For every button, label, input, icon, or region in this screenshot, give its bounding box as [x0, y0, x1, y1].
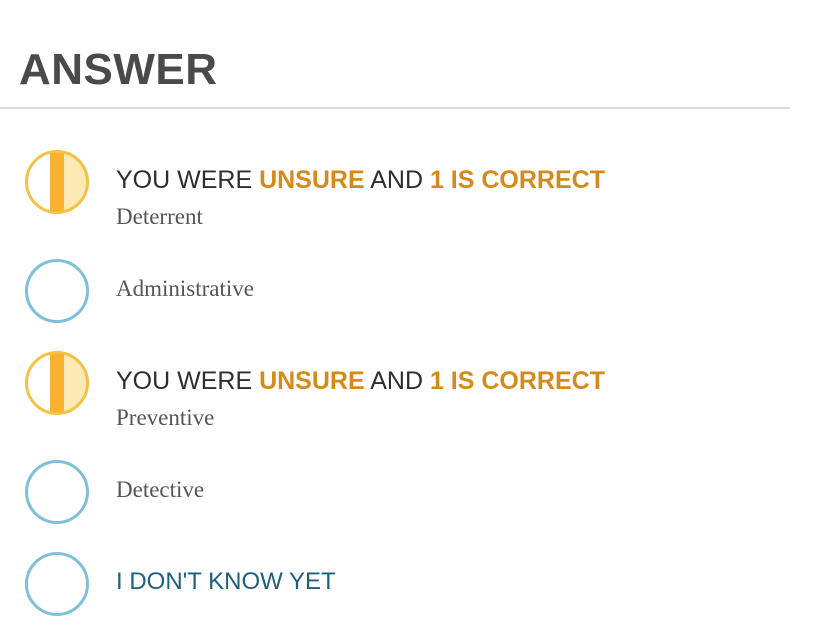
empty-circle-icon: [25, 259, 89, 323]
status-joiner: AND: [364, 367, 430, 395]
option-label: Administrative: [116, 276, 254, 301]
status-message: YOU WERE UNSURE AND 1 IS CORRECT: [116, 366, 605, 396]
status-result: 1 IS CORRECT: [429, 166, 605, 194]
empty-circle-icon: [25, 552, 89, 616]
status-prefix: YOU WERE: [116, 166, 260, 194]
answer-header: ANSWER: [0, 0, 790, 109]
answer-option-idk[interactable]: I DON'T KNOW YET: [0, 551, 790, 621]
status-confidence: UNSURE: [259, 367, 365, 395]
half-filled-circle-icon: [25, 351, 89, 415]
status-result: 1 IS CORRECT: [429, 367, 605, 395]
option-label: Deterrent: [116, 204, 203, 229]
answer-option-preventive[interactable]: YOU WERE UNSURE AND 1 IS CORRECT Prevent…: [0, 349, 790, 439]
answer-option-administrative[interactable]: Administrative: [0, 258, 790, 328]
page-title: ANSWER: [19, 45, 218, 94]
status-prefix: YOU WERE: [116, 367, 260, 395]
status-joiner: AND: [364, 166, 430, 194]
option-label: Detective: [116, 477, 205, 502]
status-confidence: UNSURE: [259, 166, 365, 194]
answer-option-detective[interactable]: Detective: [0, 459, 790, 529]
status-message: YOU WERE UNSURE AND 1 IS CORRECT: [116, 165, 605, 195]
idk-label: I DON'T KNOW YET: [116, 568, 336, 595]
half-filled-circle-icon: [25, 150, 89, 214]
answer-option-deterrent[interactable]: YOU WERE UNSURE AND 1 IS CORRECT Deterre…: [0, 148, 790, 238]
empty-circle-icon: [25, 460, 89, 524]
option-label: Preventive: [116, 405, 215, 430]
